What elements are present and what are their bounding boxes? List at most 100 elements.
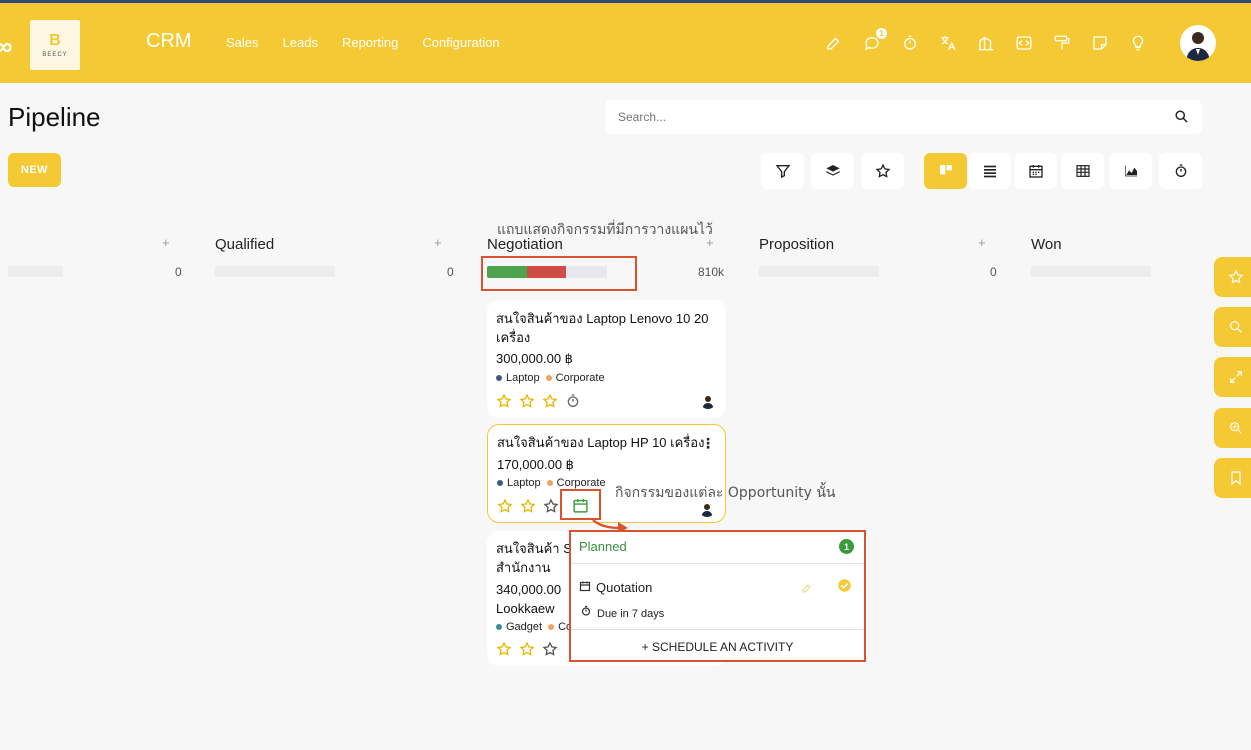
activity-clock-icon[interactable] [565, 393, 581, 409]
tag-corporate: Corporate [546, 477, 606, 489]
activity-due: Due in 7 days [597, 608, 665, 620]
tag-gadget: Gadget [496, 621, 542, 633]
card-menu-icon[interactable]: ⋮ [701, 435, 715, 452]
kanban-view-button[interactable] [924, 153, 967, 189]
timer-icon[interactable] [900, 33, 919, 52]
main-menu: Sales Leads Reporting Configuration [226, 35, 500, 50]
edit-activity-icon[interactable] [801, 582, 813, 594]
calendar-activity-icon [573, 499, 588, 513]
company-logo[interactable]: B BEECY [30, 20, 80, 70]
card-tags: Gadget Co [496, 621, 578, 633]
layers-icon [825, 165, 840, 176]
annotation-progress-highlight [481, 256, 637, 291]
list-view-button[interactable] [968, 153, 1011, 189]
star-icon [875, 163, 890, 178]
priority-star-icon[interactable] [519, 393, 535, 409]
priority-star-icon[interactable] [496, 641, 512, 657]
card-tags: Laptop Corporate [497, 477, 612, 489]
favorites-button[interactable] [861, 153, 904, 189]
side-bookmark-button[interactable] [1214, 458, 1251, 498]
column-qualified-add-icon[interactable]: + [434, 235, 442, 250]
card-customer: Lookkaew [496, 601, 555, 616]
priority-star-icon[interactable] [497, 498, 513, 514]
card-title-line2: สำนักงาน [496, 560, 551, 575]
priority-star-icon[interactable] [519, 641, 535, 657]
side-expand-button[interactable] [1214, 357, 1251, 397]
column-negotiation-title[interactable]: Negotiation [487, 236, 563, 253]
filter-button[interactable] [761, 153, 804, 189]
code-icon[interactable] [1014, 33, 1033, 52]
calendar-icon [1028, 165, 1043, 178]
logo-mark: B [49, 31, 61, 49]
list-icon [983, 165, 996, 178]
lightbulb-icon[interactable] [1128, 33, 1147, 52]
side-zoom-button[interactable] [1214, 408, 1251, 448]
opportunity-card[interactable]: สนใจสินค้าของ Laptop HP 10 เครื่อง ⋮ 170… [487, 424, 726, 523]
menu-item-sales[interactable]: Sales [226, 35, 259, 50]
search-icon [1230, 321, 1242, 333]
menu-item-leads[interactable]: Leads [283, 35, 318, 50]
menu-item-configuration[interactable]: Configuration [422, 35, 499, 50]
filter-icon [775, 165, 790, 179]
schedule-activity-button[interactable]: + SCHEDULE AN ACTIVITY [571, 640, 864, 654]
activity-button[interactable] [560, 489, 601, 520]
column-proposition-title[interactable]: Proposition [759, 236, 834, 253]
search-icon[interactable] [1174, 109, 1189, 129]
column-negotiation-count: 810k [698, 265, 725, 279]
priority-star-icon[interactable] [496, 393, 512, 409]
group-by-button[interactable] [811, 153, 854, 189]
calendar-icon [579, 581, 591, 592]
side-favorite-button[interactable] [1214, 257, 1251, 297]
column-proposition-count: 0 [990, 265, 997, 279]
column-won-title[interactable]: Won [1031, 236, 1062, 253]
search-input[interactable] [605, 100, 1145, 134]
edit-icon[interactable] [824, 33, 843, 52]
page-title: Pipeline [8, 102, 101, 132]
activity-view-button[interactable] [1159, 153, 1202, 189]
card-title: สนใจสินค้าของ Laptop Lenovo 10 20 เครื่อ… [496, 311, 709, 345]
activity-summary[interactable]: Quotation [596, 580, 652, 595]
card-priority [497, 498, 559, 514]
card-amount: 340,000.00 [496, 582, 562, 597]
column-proposition-add-icon[interactable]: + [978, 235, 986, 250]
expand-icon [1230, 371, 1242, 383]
salesperson-avatar[interactable] [700, 393, 716, 409]
side-search-button[interactable] [1214, 307, 1251, 347]
menu-item-reporting[interactable]: Reporting [342, 35, 398, 50]
popover-header: Planned [579, 539, 627, 554]
column-1-add-icon[interactable]: + [162, 235, 170, 250]
area-chart-icon [1124, 165, 1137, 177]
opportunity-card[interactable]: สนใจสินค้าของ Laptop Lenovo 10 20 เครื่อ… [487, 300, 726, 418]
company-switch-icon[interactable] [976, 33, 995, 52]
priority-star-icon[interactable] [542, 393, 558, 409]
priority-star-icon[interactable] [520, 498, 536, 514]
calendar-view-button[interactable] [1014, 153, 1057, 189]
note-icon[interactable] [1090, 33, 1109, 52]
pivot-view-button[interactable] [1061, 153, 1104, 189]
translate-icon[interactable] [938, 33, 957, 52]
column-proposition-progress [759, 266, 879, 277]
column-won-progress [1031, 266, 1151, 277]
new-button[interactable]: NEW [8, 153, 61, 187]
column-negotiation-add-icon[interactable]: + [706, 235, 714, 250]
tag-corporate: Corporate [545, 372, 605, 384]
navbar: ∞ B BEECY CRM Sales Leads Reporting Conf… [0, 3, 1251, 83]
annotation-activity-note: กิจกรรมของแต่ละ Opportunity นั้น [615, 485, 836, 501]
tag-laptop: Laptop [496, 372, 540, 384]
mark-done-icon[interactable] [837, 578, 852, 593]
apps-menu-icon[interactable]: ∞ [0, 31, 13, 62]
popover-divider [571, 563, 864, 564]
activity-popover: Planned 1 Quotation Due in 7 days + SCHE… [569, 530, 866, 662]
user-avatar[interactable] [1180, 25, 1216, 61]
graph-view-button[interactable] [1109, 153, 1152, 189]
chat-icon[interactable]: 1 [862, 28, 887, 52]
chat-badge: 1 [876, 28, 887, 39]
card-tags: Laptop Corporate [496, 372, 611, 384]
paint-roller-icon[interactable] [1052, 33, 1071, 52]
table-icon [1075, 165, 1090, 177]
priority-star-icon[interactable] [542, 641, 558, 657]
column-qualified-title[interactable]: Qualified [215, 236, 274, 253]
app-brand[interactable]: CRM [146, 30, 192, 53]
priority-star-icon[interactable] [543, 498, 559, 514]
bookmark-icon [1231, 471, 1241, 486]
